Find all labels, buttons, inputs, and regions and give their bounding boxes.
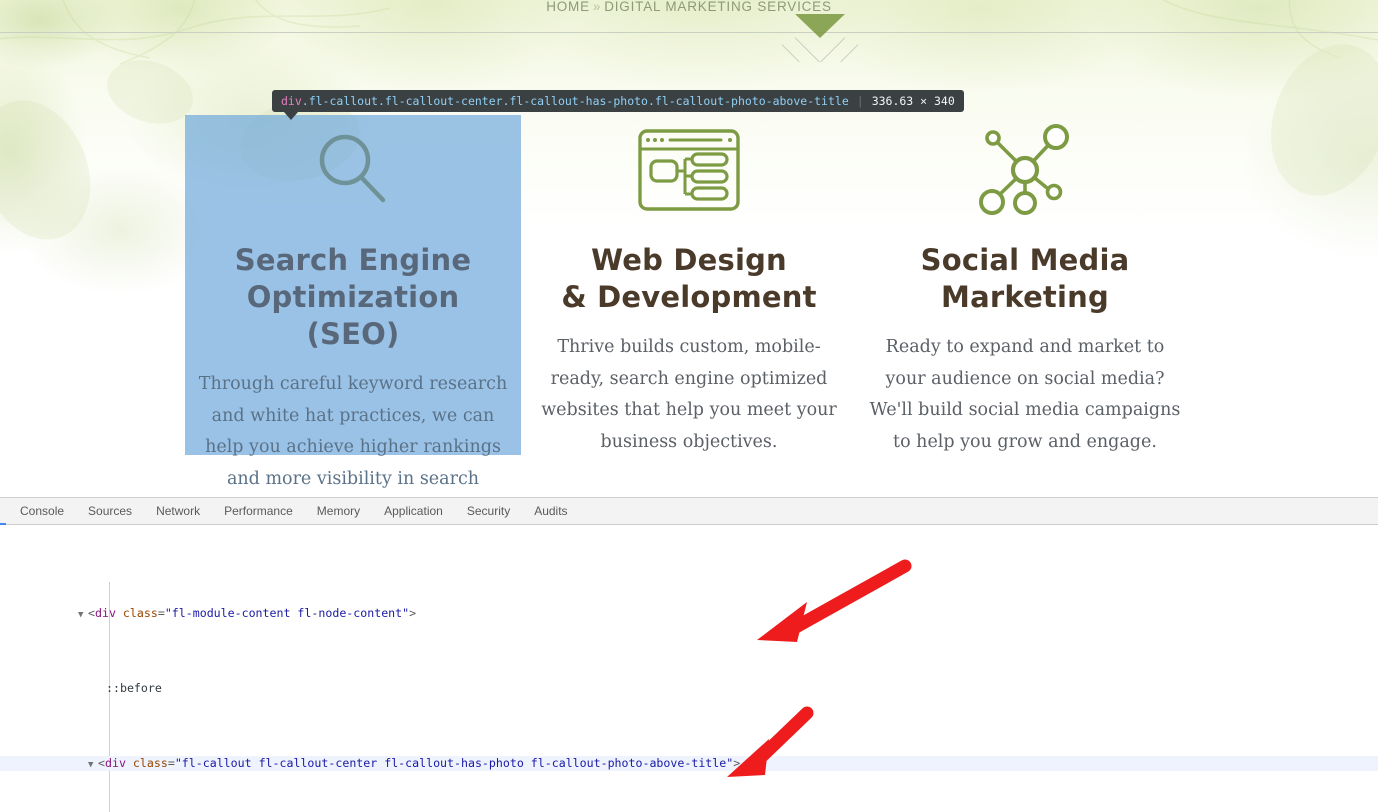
- devtools-tabbar: Console Sources Network Performance Memo…: [0, 498, 1378, 525]
- inspector-badge-tag: div: [281, 94, 302, 108]
- chevron-down-icon: [795, 14, 845, 38]
- callout-web-design-photo[interactable]: [525, 117, 853, 222]
- callout-social-media-text: Ready to expand and market to your audie…: [861, 332, 1189, 458]
- section-divider: [0, 32, 1378, 33]
- inspector-badge-divider: |: [849, 94, 872, 108]
- callout-seo-photo[interactable]: [189, 117, 517, 222]
- tab-audits[interactable]: Audits: [522, 498, 579, 524]
- callout-web-design-title[interactable]: Web Design & Development: [525, 242, 853, 316]
- inspector-badge-dimensions: 336.63 × 340: [872, 94, 955, 108]
- tab-performance[interactable]: Performance: [212, 498, 305, 524]
- network-nodes-icon: [977, 124, 1073, 216]
- dom-line[interactable]: ▼<div class="fl-module-content fl-node-c…: [0, 606, 1378, 621]
- breadcrumb-separator: »: [590, 0, 604, 14]
- tab-sources[interactable]: Sources: [76, 498, 144, 524]
- dom-line-selected-callout[interactable]: ▼<div class="fl-callout fl-callout-cente…: [0, 756, 1378, 771]
- browser-sitemap-icon: [637, 128, 741, 212]
- callout-row: Search Engine Optimization (SEO) Through…: [0, 115, 1378, 460]
- callout-social-media-title-line1: Social Media: [921, 243, 1130, 277]
- callout-web-design[interactable]: Web Design & Development Thrive builds c…: [521, 115, 857, 455]
- callout-social-media-photo[interactable]: [861, 117, 1189, 222]
- callout-seo[interactable]: Search Engine Optimization (SEO) Through…: [185, 115, 521, 455]
- callout-seo-text: Through careful keyword research and whi…: [189, 369, 517, 497]
- tab-console[interactable]: Console: [8, 498, 76, 524]
- callout-web-design-text: Thrive builds custom, mobile-ready, sear…: [525, 332, 853, 458]
- website-viewport: HOME»DIGITAL MARKETING SERVICES Search E…: [0, 0, 1378, 497]
- inspector-badge-classes: .fl-callout.fl-callout-center.fl-callout…: [302, 94, 849, 108]
- callout-seo-title[interactable]: Search Engine Optimization (SEO): [189, 242, 517, 353]
- callout-social-media-title-line2: Marketing: [941, 280, 1109, 314]
- devtools-panel: Console Sources Network Performance Memo…: [0, 497, 1378, 812]
- tab-memory[interactable]: Memory: [305, 498, 372, 524]
- breadcrumb: HOME»DIGITAL MARKETING SERVICES: [0, 0, 1378, 14]
- callout-web-design-title-line1: Web Design: [591, 243, 787, 277]
- tab-network[interactable]: Network: [144, 498, 212, 524]
- tab-application[interactable]: Application: [372, 498, 455, 524]
- breadcrumb-current: DIGITAL MARKETING SERVICES: [604, 0, 832, 14]
- callout-social-media-title[interactable]: Social Media Marketing: [861, 242, 1189, 316]
- tab-security[interactable]: Security: [455, 498, 522, 524]
- inspector-badge-pointer: [284, 112, 298, 120]
- callout-seo-title-line1: Search Engine: [235, 243, 471, 277]
- magnifier-icon: [313, 130, 393, 210]
- breadcrumb-home-link[interactable]: HOME: [546, 0, 590, 14]
- callout-social-media[interactable]: Social Media Marketing Ready to expand a…: [857, 115, 1193, 455]
- callout-seo-title-line2: Optimization (SEO): [247, 280, 460, 351]
- element-inspector-badge: div.fl-callout.fl-callout-center.fl-call…: [272, 90, 964, 112]
- dom-tree[interactable]: ▼<div class="fl-module-content fl-node-c…: [0, 525, 1378, 812]
- dom-line[interactable]: ::before: [0, 681, 1378, 696]
- callout-web-design-title-line2: & Development: [561, 280, 816, 314]
